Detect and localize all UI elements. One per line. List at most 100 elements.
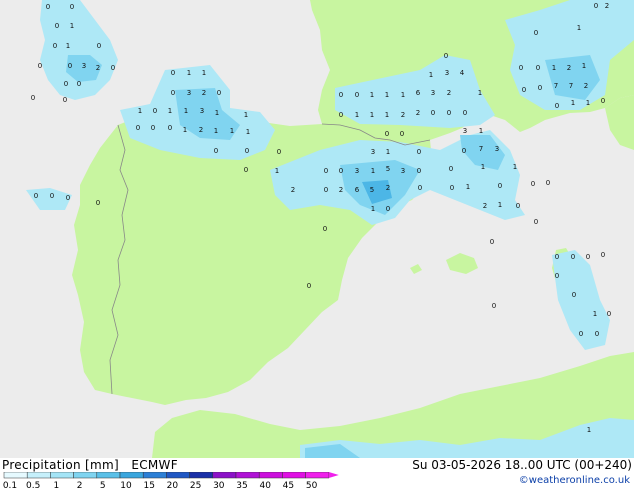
precip-value-104: 0 — [50, 192, 54, 200]
precip-value-63: 0 — [447, 109, 451, 117]
scale-tick-9: 30 — [213, 481, 225, 490]
precip-value-46: 4 — [460, 69, 465, 77]
scale-box-12 — [282, 472, 306, 479]
precip-value-14: 0 — [31, 94, 35, 102]
precip-value-71: 3 — [495, 145, 499, 153]
precip-value-54: 2 — [447, 89, 451, 97]
scale-box-5 — [119, 472, 144, 479]
precip-value-76: 0 — [339, 167, 343, 175]
color-scale: 0.1 0.5 1 2 5 10 15 20 25 30 35 40 45 50 — [3, 472, 339, 490]
precip-value-15: 0 — [63, 96, 67, 104]
scale-box-6 — [142, 472, 167, 479]
precip-value-91: 0 — [418, 184, 422, 192]
precip-value-101: 0 — [516, 202, 520, 210]
precip-value-28: 1 — [215, 109, 219, 117]
precip-value-73: 1 — [386, 148, 390, 156]
color-scale-boxes — [3, 472, 339, 479]
precip-value-5: 1 — [66, 42, 70, 50]
precip-value-39: 0 — [245, 147, 249, 155]
precip-value-20: 3 — [187, 89, 191, 97]
precip-value-0: 0 — [46, 3, 50, 11]
scale-tick-13: 50 — [306, 481, 318, 490]
model-name: ECMWF — [131, 458, 178, 472]
precip-value-137: 0 — [579, 330, 583, 338]
precip-value-122: 7 — [554, 82, 558, 90]
credit-link[interactable]: ©weatheronline.co.uk — [519, 475, 630, 486]
precip-value-115: 0 — [519, 64, 523, 72]
precip-value-126: 1 — [571, 99, 575, 107]
precip-value-111: 0 — [594, 2, 598, 10]
precip-value-47: 0 — [339, 91, 343, 99]
precip-value-34: 2 — [199, 126, 203, 134]
precip-value-65: 0 — [385, 130, 389, 138]
precip-value-116: 0 — [536, 64, 540, 72]
precip-value-4: 0 — [53, 42, 57, 50]
precip-value-82: 0 — [449, 165, 453, 173]
precip-value-58: 1 — [370, 111, 374, 119]
precip-value-92: 0 — [450, 184, 454, 192]
precip-value-124: 2 — [584, 82, 588, 90]
precip-value-133: 0 — [555, 272, 559, 280]
scale-arrow — [328, 472, 339, 478]
precip-value-40: 0 — [277, 148, 281, 156]
precip-value-33: 1 — [183, 126, 187, 134]
precip-value-134: 0 — [572, 291, 576, 299]
precip-value-117: 1 — [552, 64, 556, 72]
scale-tick-10: 35 — [236, 481, 247, 490]
precip-value-57: 1 — [355, 111, 359, 119]
precip-value-118: 2 — [567, 64, 571, 72]
precip-value-99: 2 — [483, 202, 487, 210]
scale-tick-4: 5 — [100, 481, 106, 490]
precip-value-55: 1 — [478, 89, 482, 97]
precip-value-86: 0 — [324, 186, 328, 194]
precip-value-96: 0 — [546, 179, 550, 187]
precip-value-25: 1 — [168, 107, 172, 115]
precip-value-68: 1 — [479, 127, 483, 135]
precip-value-44: 1 — [429, 71, 433, 79]
precip-value-64: 0 — [463, 109, 467, 117]
precip-value-131: 0 — [586, 253, 590, 261]
precip-value-130: 0 — [571, 253, 575, 261]
precip-value-110: 0 — [492, 302, 496, 310]
precip-value-19: 0 — [171, 89, 175, 97]
precip-value-67: 3 — [463, 127, 467, 135]
precip-value-128: 0 — [601, 97, 605, 105]
precip-value-108: 0 — [307, 282, 311, 290]
precip-value-51: 1 — [401, 91, 405, 99]
precip-value-80: 3 — [401, 167, 405, 175]
precip-value-139: 1 — [587, 426, 591, 434]
precip-value-59: 1 — [385, 111, 389, 119]
precip-value-81: 0 — [417, 167, 421, 175]
precip-value-123: 7 — [569, 82, 573, 90]
scale-box-10 — [235, 472, 260, 479]
precip-value-30: 0 — [136, 124, 140, 132]
precip-value-36: 1 — [230, 127, 234, 135]
precip-value-127: 1 — [586, 99, 590, 107]
precip-value-132: 0 — [601, 251, 605, 259]
forecast-datetime: Su 03-05-2026 18..00 UTC (00+240) — [412, 458, 632, 472]
precip-value-18: 1 — [202, 69, 206, 77]
color-scale-ticks: 0.1 0.5 1 2 5 10 15 20 25 30 35 40 45 50 — [3, 481, 318, 490]
precip-value-100: 1 — [498, 201, 502, 209]
precip-value-93: 1 — [466, 183, 470, 191]
precip-value-74: 0 — [417, 148, 421, 156]
precip-value-1: 0 — [70, 3, 74, 11]
precip-value-52: 6 — [416, 89, 421, 97]
precip-value-22: 0 — [217, 89, 221, 97]
scale-box-7 — [166, 472, 190, 479]
scale-box-2 — [50, 472, 74, 479]
map-title: Precipitation [mm] — [2, 458, 119, 472]
precip-value-135: 1 — [593, 310, 597, 318]
precip-value-97: 1 — [371, 205, 375, 213]
precip-value-48: 0 — [355, 91, 359, 99]
precip-value-35: 1 — [214, 127, 218, 135]
scale-tick-6: 15 — [143, 481, 154, 490]
precip-value-103: 0 — [34, 192, 38, 200]
precip-value-17: 1 — [187, 69, 191, 77]
precip-value-89: 5 — [370, 186, 374, 194]
precip-value-85: 2 — [291, 186, 295, 194]
precip-value-26: 1 — [184, 107, 188, 115]
precip-value-31: 0 — [151, 124, 155, 132]
precip-value-125: 0 — [555, 102, 559, 110]
legend-footer: Precipitation [mm] ECMWF Su 03-05-2026 1… — [0, 458, 634, 490]
